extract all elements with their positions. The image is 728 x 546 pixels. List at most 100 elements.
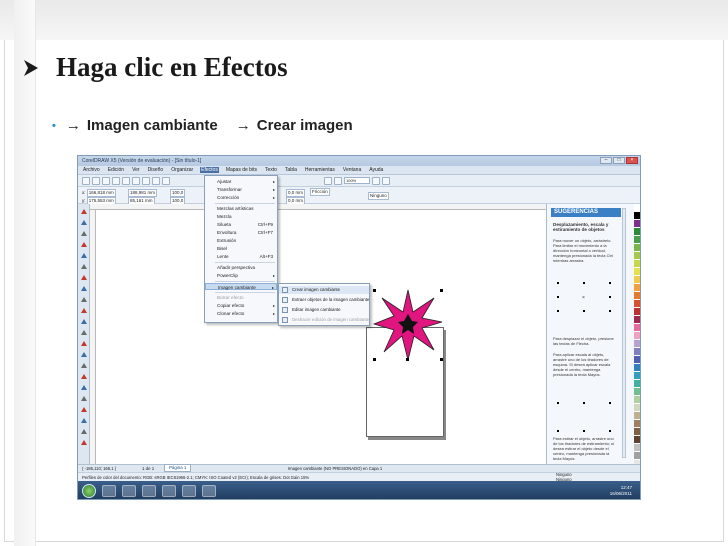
menu-item[interactable]: Tabla	[284, 167, 298, 173]
tool-icon[interactable]	[80, 329, 88, 336]
tool-icon[interactable]	[80, 274, 88, 281]
tool-icon[interactable]	[80, 395, 88, 402]
zoom-level-field[interactable]: 100%	[344, 177, 370, 184]
effects-menu-item[interactable]: Lente Alt+F3	[205, 253, 277, 260]
tool-icon[interactable]	[80, 219, 88, 226]
outline-style-field[interactable]: Ninguno	[368, 192, 389, 200]
color-swatch[interactable]	[634, 388, 640, 396]
cut-icon[interactable]	[122, 176, 130, 185]
color-swatch[interactable]	[634, 372, 640, 380]
color-swatch[interactable]	[634, 300, 640, 308]
taskbar-app-icon[interactable]	[162, 485, 176, 497]
color-swatch[interactable]	[634, 436, 640, 444]
tool-icon[interactable]	[80, 373, 88, 380]
menu-item[interactable]: Texto	[264, 167, 278, 173]
color-swatch[interactable]	[634, 228, 640, 236]
effects-menu-item[interactable]: Mezcla	[205, 213, 277, 220]
morph-submenu-item[interactable]: Deshacer edición de imagen cambiante	[279, 316, 369, 324]
color-swatch[interactable]	[634, 332, 640, 340]
color-swatch[interactable]	[634, 452, 640, 460]
import-icon[interactable]	[324, 176, 332, 185]
taskbar-app-icon[interactable]	[102, 485, 116, 497]
color-swatch[interactable]	[634, 380, 640, 388]
color-swatch[interactable]	[634, 420, 640, 428]
tool-icon[interactable]	[80, 296, 88, 303]
color-swatch[interactable]	[634, 252, 640, 260]
taskbar-app-icon[interactable]	[142, 485, 156, 497]
tool-icon[interactable]	[80, 307, 88, 314]
color-swatch[interactable]	[634, 204, 640, 212]
tool-icon[interactable]	[80, 252, 88, 259]
menu-item[interactable]: Edición	[107, 167, 125, 173]
effects-menu-item[interactable]: Bisel	[205, 245, 277, 252]
menu-item[interactable]: Archivo	[82, 167, 101, 173]
taskbar-app-icon[interactable]	[202, 485, 216, 497]
tool-icon[interactable]	[80, 362, 88, 369]
color-swatch[interactable]	[634, 348, 640, 356]
color-swatch[interactable]	[634, 212, 640, 220]
tool-icon[interactable]	[80, 417, 88, 424]
open-icon[interactable]	[92, 176, 100, 185]
menu-item[interactable]: Ayuda	[368, 167, 384, 173]
paste-icon[interactable]	[142, 176, 150, 185]
tool-icon[interactable]	[80, 230, 88, 237]
drawing-canvas[interactable]	[96, 210, 546, 464]
color-swatch[interactable]	[634, 404, 640, 412]
effects-menu-item[interactable]: Extrusión	[205, 237, 277, 244]
effects-menu-item[interactable]: Borrar efecto	[205, 294, 277, 301]
tool-icon[interactable]	[80, 208, 88, 215]
tool-icon[interactable]	[80, 263, 88, 270]
menu-item[interactable]: Organizar	[170, 167, 194, 173]
redo-icon[interactable]	[162, 176, 170, 185]
start-button-icon[interactable]	[82, 484, 96, 498]
effects-menu-item[interactable]: Silueta Ctrl+F9	[205, 221, 277, 228]
effects-menu-item[interactable]: Clonar efecto ▸	[205, 310, 277, 317]
tool-icon[interactable]	[80, 351, 88, 358]
color-swatch[interactable]	[634, 316, 640, 324]
page-tab[interactable]: Página 1	[164, 464, 192, 472]
color-swatch[interactable]	[634, 444, 640, 452]
menu-item[interactable]: Efectos	[200, 167, 219, 173]
effects-menu-item[interactable]: Imagen cambiante ▸	[205, 283, 277, 290]
outline-width-1[interactable]: 0,0 mm	[286, 189, 306, 197]
morph-submenu-item[interactable]: Crear imagen cambiante	[279, 286, 369, 294]
menu-item[interactable]: Ver	[131, 167, 141, 173]
effects-menu-item[interactable]: Mezclas artísticas	[205, 205, 277, 212]
star-shape[interactable]	[372, 288, 444, 362]
print-icon[interactable]	[112, 176, 120, 185]
tool-icon[interactable]	[80, 340, 88, 347]
color-swatch[interactable]	[634, 340, 640, 348]
close-button[interactable]: ×	[626, 157, 638, 164]
effects-menu-item[interactable]: Copiar efecto ▸	[205, 302, 277, 309]
color-swatch[interactable]	[634, 428, 640, 436]
menu-item[interactable]: Herramientas	[304, 167, 336, 173]
taskbar-app-icon[interactable]	[182, 485, 196, 497]
save-icon[interactable]	[102, 176, 110, 185]
color-swatch[interactable]	[634, 244, 640, 252]
effects-menu-item[interactable]: Añadir perspectiva	[205, 264, 277, 271]
morph-submenu-item[interactable]: Editar imagen cambiante	[279, 306, 369, 314]
effects-menu-item[interactable]: Transformar ▸	[205, 186, 277, 193]
preset-field[interactable]: Fricción	[310, 188, 330, 196]
effects-menu-item[interactable]: Ajustar ▸	[205, 178, 277, 185]
tool-icon[interactable]	[80, 285, 88, 292]
width-field[interactable]: 188,981 mm	[128, 189, 158, 197]
new-document-icon[interactable]	[82, 176, 90, 185]
tool-icon[interactable]	[80, 241, 88, 248]
copy-icon[interactable]	[132, 176, 140, 185]
x-field[interactable]: 166,818 mm	[86, 189, 116, 197]
color-swatch[interactable]	[634, 268, 640, 276]
options-icon[interactable]	[382, 176, 390, 185]
docker-scrollbar[interactable]	[622, 208, 626, 458]
snap-icon[interactable]	[372, 176, 380, 185]
tool-icon[interactable]	[80, 439, 88, 446]
menu-item[interactable]: Diseño	[147, 167, 165, 173]
tool-icon[interactable]	[80, 406, 88, 413]
tool-icon[interactable]	[80, 318, 88, 325]
effects-menu-item[interactable]: Corrección ▸	[205, 194, 277, 201]
color-swatch[interactable]	[634, 412, 640, 420]
color-swatch[interactable]	[634, 236, 640, 244]
color-swatch[interactable]	[634, 308, 640, 316]
color-swatch[interactable]	[634, 324, 640, 332]
menu-item[interactable]: Ventana	[342, 167, 362, 173]
